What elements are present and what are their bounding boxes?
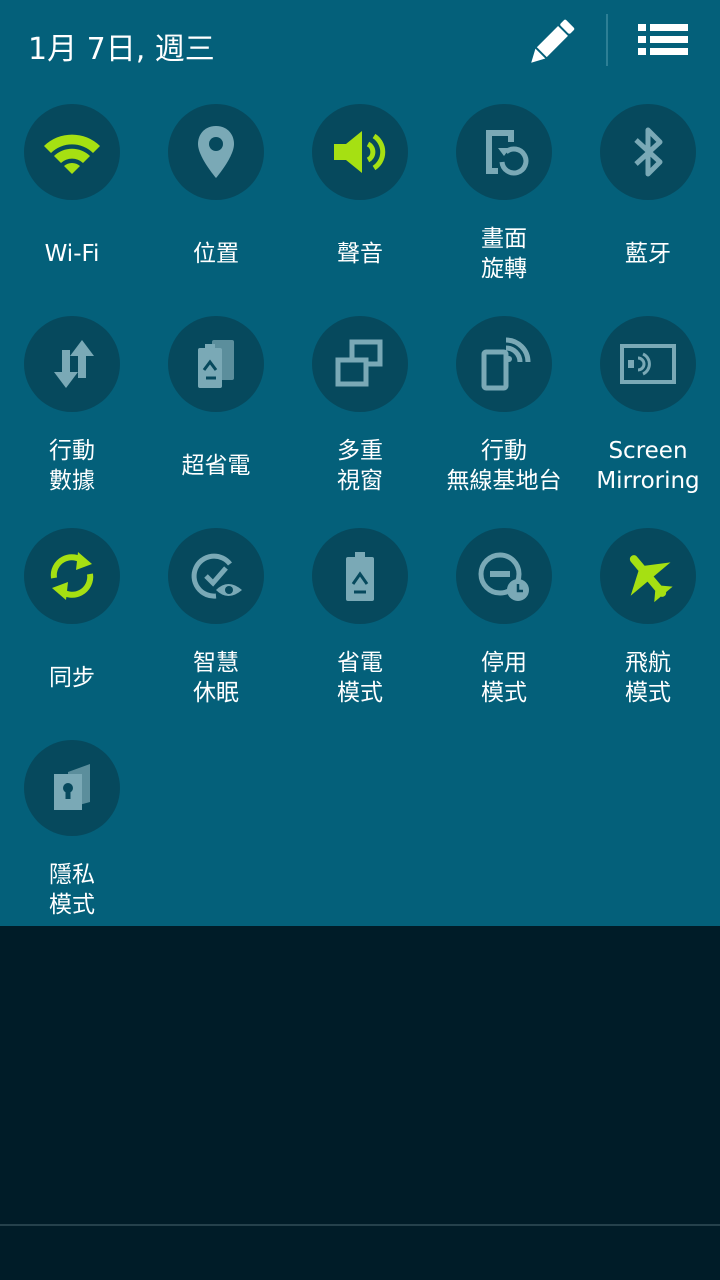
date-text: 1月 7日, 週三 [28, 32, 215, 67]
toggle-label: 畫面 旋轉 [481, 226, 527, 282]
toggle-mobile-data[interactable]: 行動 數據 [0, 316, 144, 528]
toggle-circle [168, 528, 264, 624]
ultra-power-saving-icon [198, 340, 234, 388]
toggle-label: 位置 [193, 241, 239, 267]
mobile-hotspot-icon [481, 337, 531, 391]
toggle-label: 聲音 [337, 241, 383, 267]
toggle-multi-window[interactable]: 多重 視窗 [288, 316, 432, 528]
toggle-circle [24, 104, 120, 200]
toggle-circle [600, 528, 696, 624]
toggle-label: 隱私 模式 [49, 862, 95, 918]
toggle-circle [600, 104, 696, 200]
list-icon [638, 24, 688, 55]
toggle-screen-mirroring[interactable]: Screen Mirroring [576, 316, 720, 528]
toggle-sync[interactable]: 同步 [0, 528, 144, 740]
toggle-label: 同步 [49, 665, 95, 691]
toggle-circle [600, 316, 696, 412]
mobile-data-icon [54, 340, 94, 388]
blocking-mode-icon [478, 552, 529, 601]
toggle-circle [456, 316, 552, 412]
toggle-circle [168, 316, 264, 412]
toggle-bluetooth[interactable]: 藍牙 [576, 104, 720, 316]
header-divider [606, 14, 608, 66]
power-saving-icon [346, 552, 374, 601]
pencil-icon [531, 19, 575, 63]
smart-stay-icon [191, 553, 242, 599]
toggle-circle [456, 528, 552, 624]
quick-settings-panel: 1月 7日, 週三 Wi-Fi 位置 聲音 畫面 旋轉 藍牙 行動 數據 超省電… [0, 0, 720, 926]
toggle-circle [456, 104, 552, 200]
edit-button[interactable] [522, 14, 580, 72]
toggle-location[interactable]: 位置 [144, 104, 288, 316]
sound-icon [334, 131, 386, 173]
toggle-circle [168, 104, 264, 200]
toggle-circle [312, 104, 408, 200]
toggle-circle [24, 740, 120, 836]
toggle-ultra-power-saving[interactable]: 超省電 [144, 316, 288, 528]
bluetooth-icon [634, 127, 663, 177]
multi-window-icon [335, 339, 383, 387]
toggle-wifi[interactable]: Wi-Fi [0, 104, 144, 316]
airplane-icon [629, 555, 673, 603]
toggle-airplane-mode[interactable]: 飛航 模式 [576, 528, 720, 740]
toggle-label: Wi-Fi [44, 241, 100, 267]
list-button[interactable] [632, 14, 694, 66]
toggle-label: 多重 視窗 [337, 438, 383, 494]
private-mode-icon [54, 764, 90, 810]
sync-icon [50, 552, 94, 600]
location-icon [198, 126, 234, 178]
toggle-screen-rotation[interactable]: 畫面 旋轉 [432, 104, 576, 316]
toggle-label: 省電 模式 [337, 650, 383, 706]
toggle-power-saving[interactable]: 省電 模式 [288, 528, 432, 740]
toggle-mobile-hotspot[interactable]: 行動 無線基地台 [432, 316, 576, 528]
toggle-smart-stay[interactable]: 智慧 休眠 [144, 528, 288, 740]
wifi-icon [44, 134, 100, 174]
toggle-label: 行動 數據 [49, 438, 95, 494]
toggle-private-mode[interactable]: 隱私 模式 [0, 740, 144, 952]
notification-shade-handle[interactable] [0, 1224, 720, 1226]
toggle-circle [24, 528, 120, 624]
toggle-circle [312, 316, 408, 412]
toggle-sound[interactable]: 聲音 [288, 104, 432, 316]
screen-rotation-icon [486, 130, 529, 176]
toggle-label: 超省電 [181, 453, 251, 479]
toggle-circle [24, 316, 120, 412]
screen-mirroring-icon [620, 344, 676, 384]
toggle-label: 藍牙 [625, 241, 671, 267]
toggle-label: 智慧 休眠 [193, 650, 239, 706]
toggle-blocking-mode[interactable]: 停用 模式 [432, 528, 576, 740]
toggle-label: 飛航 模式 [625, 650, 671, 706]
toggle-circle [312, 528, 408, 624]
toggle-label: 行動 無線基地台 [446, 438, 562, 494]
panel-header: 1月 7日, 週三 [0, 0, 720, 90]
toggle-label: Screen Mirroring [596, 438, 700, 494]
toggle-label: 停用 模式 [481, 650, 527, 706]
